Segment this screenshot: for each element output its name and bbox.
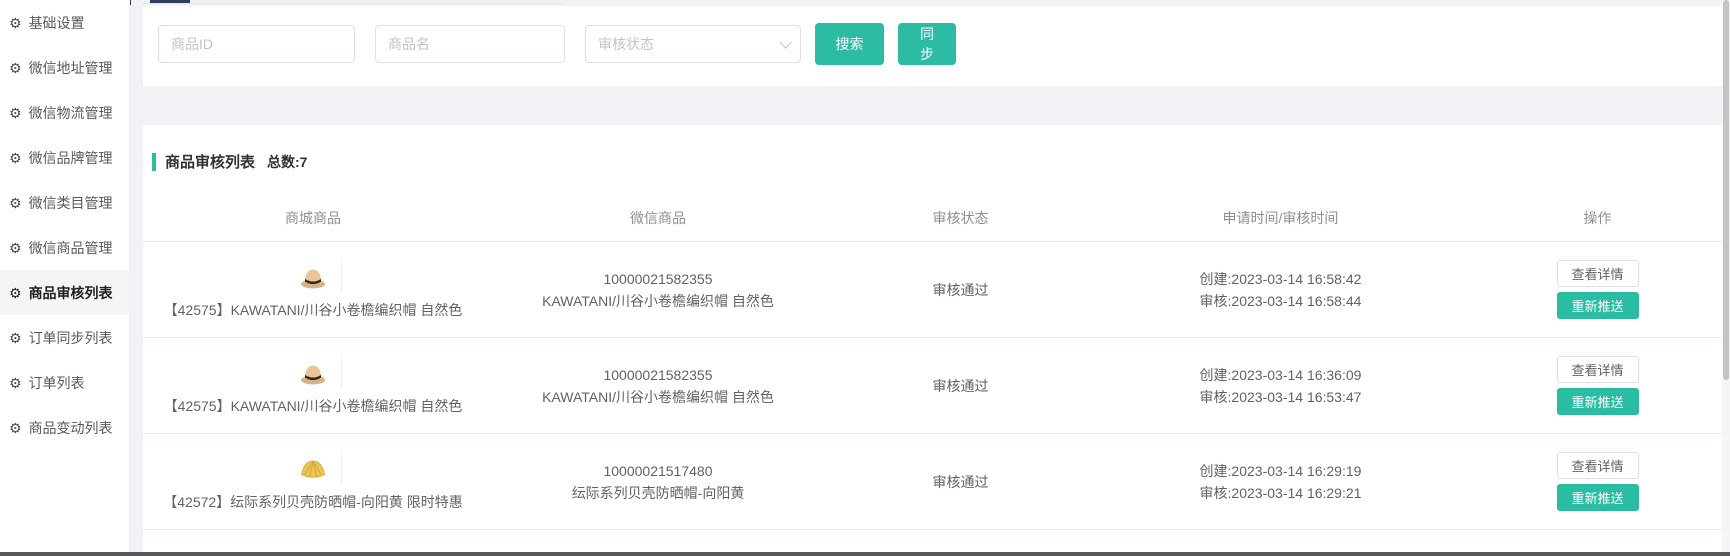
wechat-product-name: 纭际系列贝壳防晒帽-向阳黄: [572, 482, 745, 504]
created-time: 创建:2023-03-14 16:36:09: [1200, 364, 1362, 386]
sidebar-item[interactable]: ⚙ 商品审核列表: [0, 270, 129, 315]
gear-icon: ⚙: [9, 106, 22, 120]
total-count: 总数:7: [267, 152, 307, 172]
page-title: 商品审核列表: [165, 151, 255, 172]
gear-icon: ⚙: [9, 376, 22, 390]
sidebar-item-label: 微信地址管理: [29, 58, 113, 78]
sidebar-item-label: 商品审核列表: [29, 283, 113, 303]
product-name-input[interactable]: [375, 25, 565, 63]
col-header-mall-product: 商城商品: [143, 195, 483, 241]
audited-time: 审核:2023-03-14 16:29:21: [1200, 482, 1362, 504]
col-header-wechat-product: 微信商品: [483, 195, 833, 241]
sidebar-item-label: 微信品牌管理: [29, 148, 113, 168]
gear-icon: ⚙: [9, 331, 22, 345]
sidebar-item[interactable]: ⚙ 微信品牌管理: [0, 135, 129, 180]
repush-button[interactable]: 重新推送: [1557, 292, 1639, 319]
image-divider: [341, 358, 342, 388]
product-image: [297, 452, 329, 486]
gear-icon: ⚙: [9, 151, 22, 165]
sidebar-item-label: 微信类目管理: [29, 193, 113, 213]
col-header-actions: 操作: [1473, 195, 1722, 241]
app-screen: ⚙ 基础设置 ⚙ 微信地址管理 ⚙ 微信物流管理 ⚙ 微信品牌管理 ⚙ 微信类目管理 ⚙ 微信商品管理…: [0, 0, 1730, 556]
audit-status-select[interactable]: 审核状态: [585, 25, 801, 63]
audit-status-placeholder: 审核状态: [598, 34, 654, 54]
sidebar-item-label: 微信物流管理: [29, 103, 113, 123]
table-row: 【42575】KAWATANI/川谷小卷檐编织帽 自然色 10000021582…: [143, 338, 1722, 434]
gear-icon: ⚙: [9, 16, 22, 30]
audited-time: 审核:2023-03-14 16:58:44: [1200, 290, 1362, 312]
gear-icon: ⚙: [9, 286, 22, 300]
audit-status-value: 审核通过: [933, 472, 989, 492]
search-button[interactable]: 搜索: [815, 23, 884, 65]
sidebar-item[interactable]: ⚙ 微信商品管理: [0, 225, 129, 270]
image-divider: [341, 262, 342, 292]
gear-icon: ⚙: [9, 421, 22, 435]
col-header-apply-audit-time: 申请时间/审核时间: [1088, 195, 1473, 241]
audit-status-value: 审核通过: [933, 376, 989, 396]
sidebar-item[interactable]: ⚙ 订单同步列表: [0, 315, 129, 360]
beige-hat-icon: [297, 263, 329, 290]
panel-title: 商品审核列表 总数:7: [152, 151, 307, 172]
sidebar-item[interactable]: ⚙ 微信物流管理: [0, 90, 129, 135]
sync-button[interactable]: 同步: [898, 23, 956, 65]
title-accent-bar: [152, 153, 156, 171]
table-row: 【42575】KAWATANI/川谷小卷檐编织帽 自然色 10000021582…: [143, 242, 1722, 338]
created-time: 创建:2023-03-14 16:58:42: [1200, 268, 1362, 290]
product-image: [297, 260, 329, 294]
screen-bottom-edge: [0, 552, 1730, 556]
audit-list-panel: 商品审核列表 总数:7 商城商品 微信商品 审核状态 申请时间/审核时间 操作: [143, 125, 1722, 556]
wechat-product-id: 10000021582355: [603, 268, 712, 290]
col-header-audit-status: 审核状态: [833, 195, 1088, 241]
sidebar: ⚙ 基础设置 ⚙ 微信地址管理 ⚙ 微信物流管理 ⚙ 微信品牌管理 ⚙ 微信类目管理 ⚙ 微信商品管理…: [0, 0, 130, 556]
mall-product-name: 【42575】KAWATANI/川谷小卷檐编织帽 自然色: [164, 300, 463, 320]
created-time: 创建:2023-03-14 16:29:19: [1200, 460, 1362, 482]
sidebar-item[interactable]: ⚙ 微信类目管理: [0, 180, 129, 225]
view-detail-button[interactable]: 查看详情: [1557, 260, 1639, 287]
scrollbar-thumb[interactable]: [1723, 0, 1729, 380]
time-block: 创建:2023-03-14 16:29:19 审核:2023-03-14 16:…: [1200, 460, 1362, 504]
sidebar-item-label: 微信商品管理: [29, 238, 113, 258]
sidebar-item-label: 商品变动列表: [29, 418, 113, 438]
gear-icon: ⚙: [9, 241, 22, 255]
sidebar-item-label: 基础设置: [29, 13, 85, 33]
wechat-product-id: 10000021582355: [603, 364, 712, 386]
time-block: 创建:2023-03-14 16:58:42 审核:2023-03-14 16:…: [1200, 268, 1362, 312]
table-header: 商城商品 微信商品 审核状态 申请时间/审核时间 操作: [143, 195, 1722, 242]
audited-time: 审核:2023-03-14 16:53:47: [1200, 386, 1362, 408]
image-divider: [341, 454, 342, 484]
table-row: 【42572】纭际系列贝壳防晒帽-向阳黄 限时特惠 10000021517480…: [143, 434, 1722, 530]
sidebar-item-label: 订单列表: [29, 373, 85, 393]
audit-status-value: 审核通过: [933, 280, 989, 300]
beige-hat-icon: [297, 359, 329, 386]
wechat-product-name: KAWATANI/川谷小卷檐编织帽 自然色: [542, 290, 774, 312]
yellow-hat-icon: [297, 455, 329, 482]
sidebar-item[interactable]: ⚙ 微信地址管理: [0, 45, 129, 90]
time-block: 创建:2023-03-14 16:36:09 审核:2023-03-14 16:…: [1200, 364, 1362, 408]
search-panel: 审核状态 搜索 同步: [143, 6, 1722, 86]
sidebar-item-label: 订单同步列表: [29, 328, 113, 348]
product-id-input[interactable]: [158, 25, 355, 63]
repush-button[interactable]: 重新推送: [1557, 388, 1639, 415]
view-detail-button[interactable]: 查看详情: [1557, 452, 1639, 479]
mall-product-name: 【42572】纭际系列贝壳防晒帽-向阳黄 限时特惠: [163, 492, 462, 512]
wechat-product-id: 10000021517480: [603, 460, 712, 482]
sidebar-item[interactable]: ⚙ 订单列表: [0, 360, 129, 405]
gear-icon: ⚙: [9, 196, 22, 210]
vertical-scrollbar[interactable]: [1722, 0, 1730, 556]
table-body: 【42575】KAWATANI/川谷小卷檐编织帽 自然色 10000021582…: [143, 242, 1722, 530]
sidebar-item[interactable]: ⚙ 基础设置: [0, 0, 129, 45]
view-detail-button[interactable]: 查看详情: [1557, 356, 1639, 383]
wechat-product-name: KAWATANI/川谷小卷檐编织帽 自然色: [542, 386, 774, 408]
gear-icon: ⚙: [9, 61, 22, 75]
mall-product-name: 【42575】KAWATANI/川谷小卷檐编织帽 自然色: [164, 396, 463, 416]
sidebar-item[interactable]: ⚙ 商品变动列表: [0, 405, 129, 450]
product-image: [297, 356, 329, 390]
chevron-down-icon: [779, 36, 792, 49]
repush-button[interactable]: 重新推送: [1557, 484, 1639, 511]
